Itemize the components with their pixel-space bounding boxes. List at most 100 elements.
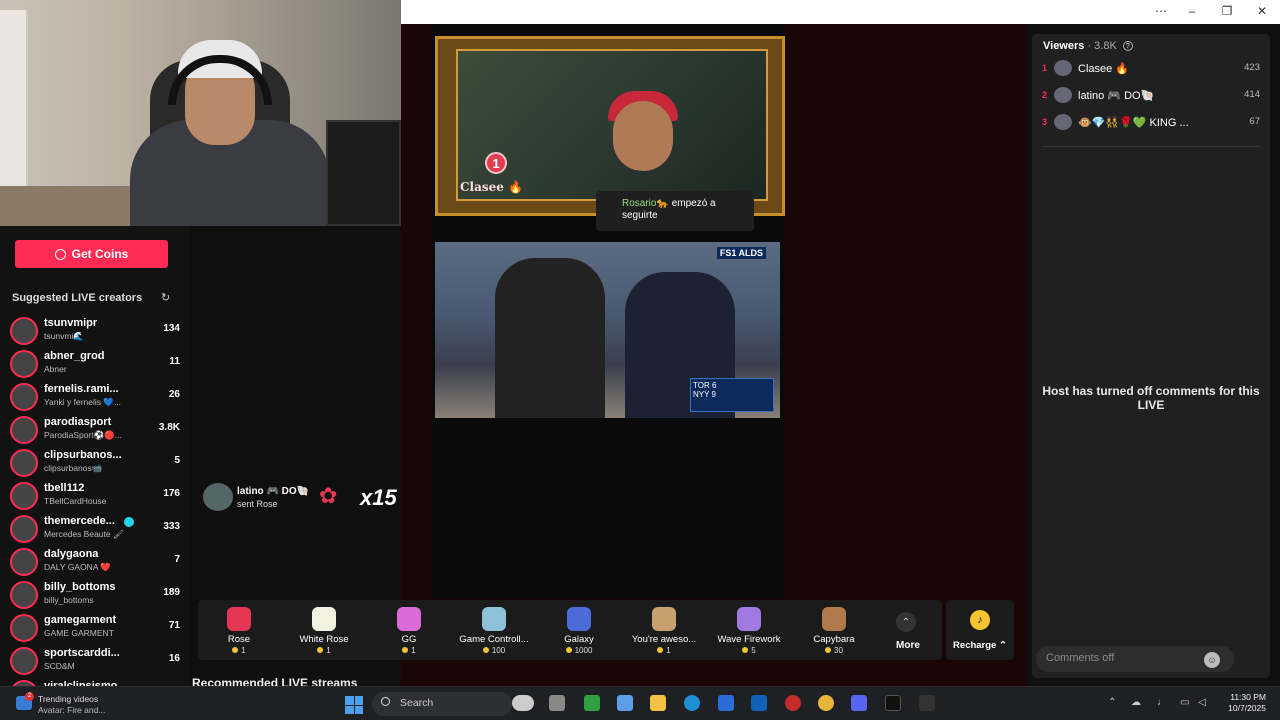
viewer-row[interactable]: 1 Clasee 🔥 423	[1042, 60, 1262, 78]
viewer-rank: 3	[1042, 117, 1048, 127]
creator-row[interactable]: tsunvmipr tsunvmi🌊 134	[10, 315, 180, 345]
folder-icon[interactable]	[650, 695, 666, 711]
viewer-avatar	[1054, 87, 1072, 103]
gift-name: Galaxy	[564, 634, 594, 645]
baseball-game-video[interactable]: FS1 ALDS TOR 6 NYY 9	[435, 242, 780, 418]
creator-row[interactable]: tbell112 TBellCardHouse 176	[10, 480, 180, 510]
streamer-face	[613, 101, 673, 171]
clock-date: 10/7/2025	[1228, 703, 1266, 713]
gift-name: Capybara	[813, 634, 855, 645]
chevron-up-icon: ⌃	[896, 612, 916, 632]
creator-row[interactable]: dalygaona DALY GAONA ❤️ 7	[10, 546, 180, 576]
creator-name: tbell112	[44, 482, 85, 494]
store-icon[interactable]	[718, 695, 734, 711]
viewer-row[interactable]: 3 🐵💎👯🌹💚 KING ... 67	[1042, 114, 1262, 132]
network-icon[interactable]: ▭	[1180, 697, 1189, 708]
app-icon-task-view[interactable]	[549, 695, 565, 711]
tiktok-icon[interactable]	[885, 695, 901, 711]
news-badge: 2	[25, 692, 34, 701]
system-clock[interactable]: 11:30 PM 10/7/2025	[1214, 692, 1266, 714]
creator-row[interactable]: billy_bottoms billy_bottoms 189	[10, 579, 180, 609]
creator-row[interactable]: sportscarddi... SCD&M 16	[10, 645, 180, 675]
refresh-icon[interactable]: ↻	[161, 291, 170, 304]
gift-sender-name: latino 🎮 DO🐚	[237, 486, 310, 497]
browser-title-bar: ⋯ – ❐ ✕	[401, 0, 1280, 24]
microphone-icon[interactable]: ♩	[1157, 697, 1167, 708]
gift-price: 30	[793, 646, 875, 655]
creator-row[interactable]: abner_grod Abner 11	[10, 348, 180, 378]
creator-avatar	[10, 647, 38, 675]
chevron-up-icon[interactable]: ⌃	[1108, 697, 1116, 708]
windows-start-icon[interactable]	[345, 696, 363, 714]
info-icon[interactable]: ?	[1122, 41, 1133, 52]
news-line2: Avatar: Fire and...	[38, 705, 106, 715]
gift-item[interactable]: Capybara 30	[793, 600, 875, 660]
restore-icon[interactable]: ❐	[1219, 4, 1235, 18]
emoji-icon[interactable]: ☺	[1204, 652, 1220, 668]
umpire-figure	[495, 258, 605, 418]
creator-name: clipsurbanos...	[44, 449, 122, 461]
creator-subtitle: DALY GAONA ❤️	[44, 562, 111, 572]
app-icon-red[interactable]	[785, 695, 801, 711]
edge-icon[interactable]	[684, 695, 700, 711]
viewer-row[interactable]: 2 latino 🎮 DO🐚 414	[1042, 87, 1262, 105]
search-icon	[381, 697, 390, 706]
coin-icon: ♪	[970, 610, 990, 630]
cloud-icon[interactable]: ☁	[1131, 697, 1141, 708]
creator-subtitle: GAME GARMENT	[44, 628, 114, 638]
more-gifts-button[interactable]: ⌃ More	[886, 600, 930, 660]
gift-icon	[567, 607, 591, 631]
app-icon-copilot[interactable]	[617, 695, 633, 711]
gift-icon	[482, 607, 506, 631]
gift-item[interactable]: White Rose 1	[283, 600, 365, 660]
app-icon-xbox[interactable]	[584, 695, 600, 711]
viewer-avatar	[1054, 114, 1072, 130]
divider	[1042, 146, 1260, 147]
minimize-icon[interactable]: –	[1184, 4, 1200, 18]
cam-frame-inner	[456, 49, 768, 201]
news-line1: Trending videos	[38, 694, 99, 704]
rose-icon: ✿	[319, 483, 338, 508]
get-coins-button[interactable]: Get Coins	[15, 240, 168, 268]
taskbar-search-label: Search	[400, 697, 434, 709]
creator-name: billy_bottoms	[44, 581, 116, 593]
close-icon[interactable]: ✕	[1254, 4, 1270, 18]
news-widget[interactable]: 2 Trending videos Avatar: Fire and...	[16, 692, 156, 716]
gift-icon	[822, 607, 846, 631]
volume-icon[interactable]: ◁	[1198, 697, 1206, 708]
gift-item[interactable]: Wave Firework 5	[708, 600, 790, 660]
gift-item[interactable]: Rose 1	[198, 600, 280, 660]
left-sidebar: Get Coins Suggested LIVE creators ↻ tsun…	[0, 226, 190, 708]
creator-row[interactable]: parodiasport ParodiaSport⚽🔴... 3.8K	[10, 414, 180, 444]
gift-item[interactable]: Galaxy 1000	[538, 600, 620, 660]
creator-avatar	[10, 548, 38, 576]
viewer-score: 423	[1244, 62, 1260, 73]
recharge-button[interactable]: ♪ Recharge ⌃	[946, 600, 1014, 660]
creator-avatar	[10, 350, 38, 378]
gift-item[interactable]: You're aweso... 1	[623, 600, 705, 660]
gift-icon	[397, 607, 421, 631]
gift-price: 1000	[538, 646, 620, 655]
outlook-icon[interactable]	[751, 695, 767, 711]
creator-row[interactable]: clipsurbanos... clipsurbanos📹 5	[10, 447, 180, 477]
creator-subtitle: clipsurbanos📹	[44, 463, 103, 473]
creator-avatar	[10, 416, 38, 444]
gift-item[interactable]: GG 1	[368, 600, 450, 660]
gift-name: Rose	[227, 634, 251, 645]
creator-row[interactable]: themercede... Mercedes Beaute 🖌 333	[10, 513, 180, 543]
gift-sender-avatar	[203, 483, 233, 511]
menu-dots-icon[interactable]: ⋯	[1153, 4, 1169, 18]
gift-item[interactable]: Game Controll... 100	[453, 600, 535, 660]
epic-games-icon[interactable]	[919, 695, 935, 711]
app-icon-stylus[interactable]	[512, 695, 534, 711]
gift-price: 100	[453, 646, 535, 655]
gift-price: 1	[283, 646, 365, 655]
creator-row[interactable]: gamegarment GAME GARMENT 71	[10, 612, 180, 642]
creator-row[interactable]: fernelis.rami... Yanki y fernelis 💙... 26	[10, 381, 180, 411]
taskbar-search[interactable]: Search	[372, 692, 512, 716]
creator-viewer-count: 333	[163, 521, 180, 532]
creator-avatar	[10, 482, 38, 510]
chrome-icon[interactable]	[818, 695, 834, 711]
discord-icon[interactable]	[851, 695, 867, 711]
suggested-creators-title: Suggested LIVE creators	[12, 292, 143, 304]
